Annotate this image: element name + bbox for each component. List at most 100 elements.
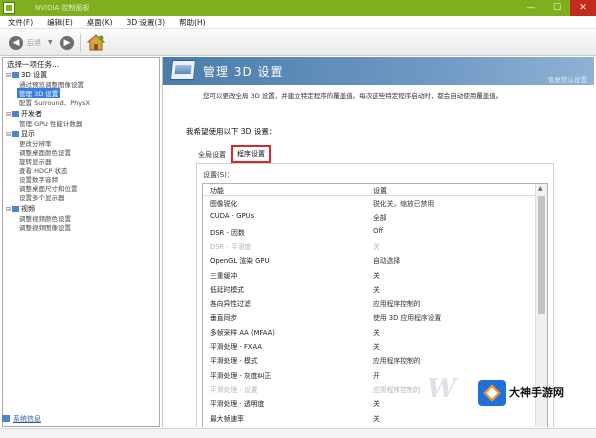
setting-value[interactable]: Off [373,227,383,235]
page-description: 您可以更改全局 3D 设置，并建立特定程序的覆盖值。每次这些特定程序启动时，都会… [203,92,503,100]
brand-logo-icon [478,380,506,406]
setting-feature: 垂直同步 [210,314,238,323]
column-header-feature[interactable]: 功能 [210,186,224,196]
setting-feature: 平滑处理 - 透明度 [210,400,265,409]
3d-settings-icon [169,60,197,80]
system-info-link[interactable]: 系统信息 [13,414,41,424]
content-panel: 管理 3D 设置 恢复默认设置 您可以更改全局 3D 设置，并建立特定程序的覆盖… [162,57,594,427]
setting-value[interactable]: 关 [373,398,380,408]
settings-row[interactable]: 三重缓冲 关 [203,269,537,280]
settings-row[interactable]: 低延时模式 关 [203,283,537,294]
category-icon [12,131,19,137]
menu-3d-settings[interactable]: 3D 设置(3) [127,17,166,28]
setting-feature: 各向异性过滤 [210,300,251,309]
setting-value[interactable]: 自动选择 [373,255,400,265]
toolbar: ◀ 后退 ▼ ▶ [0,29,596,56]
page-title: 管理 3D 设置 [203,65,284,79]
scrollbar-thumb[interactable] [538,196,545,314]
setting-value[interactable]: 关 [373,270,380,280]
back-button-label[interactable]: 后退 [27,38,41,48]
settings-row[interactable]: 最大帧速率 关 [203,412,537,423]
column-header-setting[interactable]: 设置 [373,186,387,196]
window-title: NVIDIA 控制面板 [35,4,90,12]
page-banner: 管理 3D 设置 恢复默认设置 [163,57,594,85]
setting-value[interactable]: 使用 3D 应用程序设置 [373,312,441,322]
menu-file[interactable]: 文件(F) [8,17,33,28]
setting-feature: OpenGL 渲染 GPU [210,257,270,266]
setting-feature: CUDA - GPUs [210,212,255,221]
maximize-button[interactable]: ☐ [544,0,570,16]
home-icon[interactable] [86,33,106,52]
menu-bar: 文件(F) 编辑(E) 桌面(K) 3D 设置(3) 帮助(H) [0,16,596,29]
setting-feature: 平滑处理 - 灰度纠正 [210,371,272,380]
status-bar [0,428,596,438]
setting-value[interactable]: 关 [373,413,380,423]
setting-value[interactable]: 应用程序控制的 [373,384,421,394]
watermark-logo: W [427,374,457,404]
restore-defaults-link[interactable]: 恢复默认设置 [548,74,587,84]
tab-global-settings[interactable]: 全局设置 [198,150,226,160]
settings-prompt: 我希望使用以下 3D 设置： [186,127,277,136]
task-tree-panel: 选择一项任务... ⊟ 3D 设置 通过预览调整图像设置 管理 3D 设置 配置 … [2,57,160,427]
forward-arrow-icon[interactable]: ▶ [60,36,74,50]
scroll-up-icon[interactable]: ▲ [538,185,543,192]
category-icon [12,206,19,212]
menu-desktop[interactable]: 桌面(K) [87,17,113,28]
back-history-dropdown-icon[interactable]: ▼ [48,39,53,46]
setting-value[interactable]: 全部 [373,212,387,222]
grid-header: 功能 设置 [203,184,537,196]
category-icon [12,111,19,117]
setting-value[interactable]: 关 [373,327,380,337]
setting-value[interactable]: 关 [373,284,380,294]
tree-item-label: 显示 [21,130,35,138]
settings-row[interactable]: 垂直同步 使用 3D 应用程序设置 [203,311,537,322]
close-button[interactable]: ✕ [570,0,596,16]
setting-feature: 平滑处理 - 模式 [210,357,258,366]
tree-item-video-image[interactable]: 调整视频图像设置 [19,222,71,232]
brand-name: 大神手游网 [509,386,564,399]
title-bar: NVIDIA 控制面板 — ☐ ✕ [0,0,596,16]
tree-item-surround-physx[interactable]: 配置 Surround、PhysX [19,97,90,107]
settings-row[interactable]: CUDA - GPUs 全部 [203,211,537,222]
setting-value[interactable]: 关 [373,341,380,351]
minimize-button[interactable]: — [518,0,544,16]
setting-feature: 平滑处理 - FXAA [210,343,263,351]
setting-value[interactable]: 锐化关，缩放已禁用 [373,198,434,208]
setting-feature: DSR - 平滑度 [210,242,252,251]
tree-item-multiple-displays[interactable]: 设置多个显示器 [19,192,65,202]
setting-feature: 图像锐化 [210,200,238,208]
tree-item-label: 开发者 [21,110,42,118]
setting-value[interactable]: 应用程序控制的 [373,355,421,365]
setting-value[interactable]: 应用程序控制的 [373,298,421,308]
back-arrow-icon[interactable]: ◀ [9,36,23,50]
tree-item-gpu-counters[interactable]: 管理 GPU 性能计数器 [19,118,82,128]
settings-row[interactable]: OpenGL 渲染 GPU 自动选择 [203,254,537,265]
nvidia-app-icon [3,2,15,14]
setting-feature: 平滑处理 - 设置 [210,385,258,394]
setting-feature: 三重缓冲 [210,271,238,280]
setting-value[interactable]: 开 [373,370,380,380]
menu-edit[interactable]: 编辑(E) [47,17,73,28]
settings-row[interactable]: DSR - 因数 Off [203,226,537,237]
toolbar-divider [80,34,81,52]
category-icon [12,72,19,78]
setting-value[interactable]: 关 [373,241,380,251]
settings-row[interactable]: 平滑处理 - 灰度纠正 开 [203,369,537,380]
setting-feature: DSR - 因数 [210,228,245,237]
settings-row[interactable]: 各向异性过滤 应用程序控制的 [203,297,537,308]
system-info-icon [2,415,10,422]
setting-feature: 多帧采样 AA (MFAA) [210,328,275,337]
window-controls: — ☐ ✕ [518,0,596,16]
setting-feature: 低延时模式 [210,285,244,294]
settings-row[interactable]: 多帧采样 AA (MFAA) 关 [203,326,537,337]
menu-help[interactable]: 帮助(H) [179,17,206,28]
settings-row[interactable]: 平滑处理 - FXAA 关 [203,340,537,351]
tab-program-settings[interactable]: 程序设置 [231,145,271,163]
setting-feature: 最大帧速率 [210,414,244,423]
settings-row[interactable]: 图像锐化 锐化关，缩放已禁用 [203,197,537,208]
settings-row[interactable]: 平滑处理 - 模式 应用程序控制的 [203,354,537,365]
task-tree-header: 选择一项任务... [7,60,60,69]
tree-item-label: 视频 [21,205,35,213]
settings-list-label: 设置(S)： [203,171,234,179]
settings-row[interactable]: DSR - 平滑度 关 [203,240,537,251]
